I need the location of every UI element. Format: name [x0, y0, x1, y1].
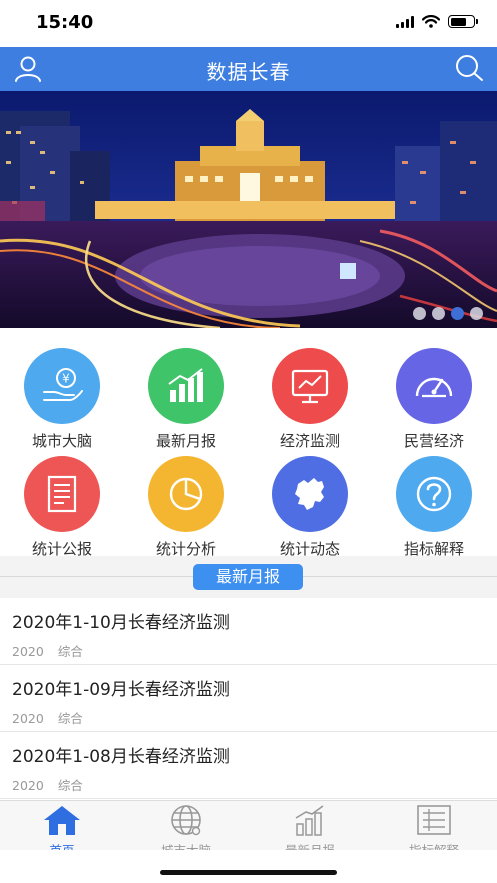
- list-item-year: 2020: [12, 644, 44, 659]
- list-item-meta: 2020 综合: [12, 641, 485, 660]
- grid-item-statistical-news[interactable]: 统计动态: [248, 446, 372, 558]
- list-item-category: 综合: [57, 778, 83, 793]
- grid-item-city-brain[interactable]: ¥ 城市大脑: [0, 338, 124, 450]
- question-icon: [416, 476, 452, 512]
- list-item-meta: 2020 综合: [12, 775, 485, 794]
- home-indicator-area: [0, 850, 497, 883]
- signal-icon: [396, 15, 414, 28]
- list-item[interactable]: 2020年1-10月长春经济监测 2020 综合: [0, 598, 497, 665]
- report-list: 2020年1-10月长春经济监测 2020 综合 2020年1-09月长春经济监测…: [0, 598, 497, 799]
- list-item[interactable]: 2020年1-08月长春经济监测 2020 综合: [0, 732, 497, 799]
- grid-item-statistical-bulletin[interactable]: 统计公报: [0, 446, 124, 558]
- home-icon: [44, 806, 80, 835]
- svg-text:¥: ¥: [62, 372, 70, 386]
- list-item-category: 综合: [57, 644, 83, 659]
- list-item-title: 2020年1-09月长春经济监测: [12, 680, 230, 700]
- carousel-dot[interactable]: [432, 307, 445, 320]
- pie-chart-icon: [169, 477, 203, 511]
- grid-item-economic-monitoring[interactable]: 经济监测: [248, 338, 372, 450]
- carousel-dot-active[interactable]: [451, 307, 464, 320]
- app-header: 数据长春: [0, 47, 497, 91]
- document-icon: [47, 475, 77, 513]
- carousel-indicator[interactable]: [413, 307, 483, 320]
- monitor-chart-icon: [291, 369, 329, 404]
- section-title: 最新月报: [193, 564, 303, 590]
- status-bar: 15:40: [0, 0, 497, 47]
- gauge-icon: [415, 377, 453, 398]
- grid-item-latest-report[interactable]: 最新月报: [124, 338, 248, 450]
- carousel-dot[interactable]: [413, 307, 426, 320]
- section-header: 最新月报: [0, 556, 497, 598]
- bar-chart-icon: [295, 805, 324, 836]
- grid-item-indicator-explanation[interactable]: 指标解释: [372, 446, 496, 558]
- map-icon: [295, 478, 324, 510]
- banner-image: [0, 91, 497, 328]
- bottom-tab-bar: 首页 城市大脑 最新月报 指标解释: [0, 800, 497, 858]
- function-grid: ¥ 城市大脑 最新月报 经济监测 民营经济 统计公报 统计分析 统计动态 指标解…: [0, 338, 497, 558]
- list-item[interactable]: 2020年1-09月长春经济监测 2020 综合: [0, 665, 497, 732]
- search-icon: [456, 55, 483, 81]
- status-time: 15:40: [36, 12, 94, 33]
- list-item-category: 综合: [57, 711, 83, 726]
- banner-carousel[interactable]: [0, 91, 497, 328]
- bar-chart-icon: [168, 368, 203, 402]
- list-icon: [417, 805, 451, 835]
- grid-item-statistical-analysis[interactable]: 统计分析: [124, 446, 248, 558]
- carousel-dot[interactable]: [470, 307, 483, 320]
- list-item-title: 2020年1-08月长春经济监测: [12, 747, 230, 767]
- home-indicator[interactable]: [160, 870, 337, 875]
- list-item-year: 2020: [12, 711, 44, 726]
- list-item-title: 2020年1-10月长春经济监测: [12, 613, 230, 633]
- page-title: 数据长春: [206, 60, 291, 84]
- search-button[interactable]: [453, 53, 485, 85]
- globe-icon: [171, 805, 201, 836]
- list-item-meta: 2020 综合: [12, 708, 485, 727]
- grid-item-private-economy[interactable]: 民营经济: [372, 338, 496, 450]
- battery-icon: [448, 15, 478, 28]
- yuan-hand-icon: ¥: [43, 368, 83, 401]
- wifi-icon: [422, 15, 440, 28]
- list-item-year: 2020: [12, 778, 44, 793]
- status-icons: [396, 15, 478, 28]
